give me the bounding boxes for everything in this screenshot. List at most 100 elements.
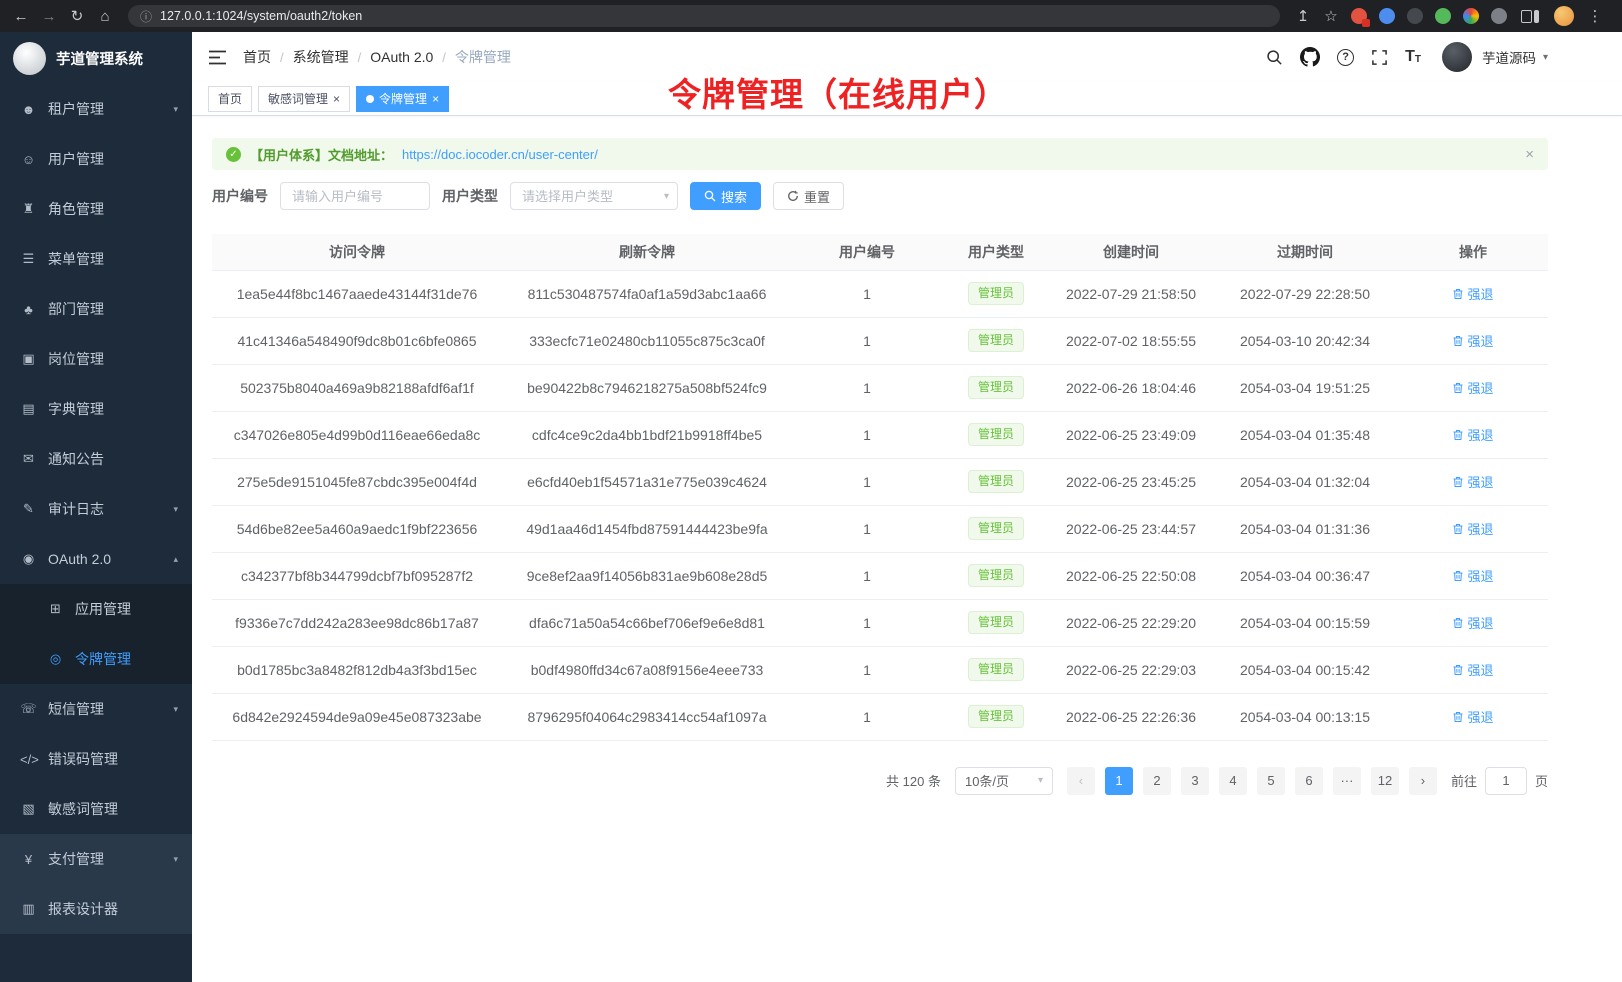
page-button-5[interactable]: 5	[1257, 767, 1285, 795]
browser-profile-avatar[interactable]	[1554, 6, 1574, 26]
force-logout-button[interactable]: 强退	[1452, 331, 1493, 350]
sidebar-item-10[interactable]: ⊞应用管理	[0, 584, 192, 634]
force-logout-button[interactable]: 强退	[1452, 519, 1493, 538]
sidebar-item-5[interactable]: ▣岗位管理	[0, 334, 192, 384]
sidebar-item-2[interactable]: ♜角色管理	[0, 184, 192, 234]
page-size-select[interactable]: 10条/页 ▾	[955, 767, 1053, 795]
reload-icon[interactable]: ↻	[64, 3, 90, 29]
cell-user-id: 1	[792, 317, 942, 364]
tab-close-icon[interactable]: ×	[432, 93, 439, 105]
force-logout-button[interactable]: 强退	[1452, 707, 1493, 726]
force-logout-button[interactable]: 强退	[1452, 566, 1493, 585]
cell-create-time: 2022-06-26 18:04:46	[1050, 364, 1212, 411]
site-info-icon[interactable]: ⓘ	[140, 8, 152, 25]
extension-icon-multicolor[interactable]	[1463, 8, 1479, 24]
cell-action: 强退	[1398, 411, 1548, 458]
user-type-tag: 管理员	[968, 470, 1024, 492]
extension-icon-green[interactable]	[1435, 8, 1451, 24]
home-icon[interactable]: ⌂	[92, 3, 118, 29]
sidebar-item-label: 错误码管理	[48, 749, 178, 769]
sidebar-item-13[interactable]: </>错误码管理	[0, 734, 192, 784]
more-pages-button[interactable]: ···	[1333, 767, 1361, 795]
sidebar-item-9[interactable]: ◉OAuth 2.0▴	[0, 534, 192, 584]
page-button-12[interactable]: 12	[1371, 767, 1399, 795]
github-icon[interactable]	[1300, 47, 1320, 67]
breadcrumb-item-0[interactable]: 首页	[243, 47, 271, 67]
tab-close-icon[interactable]: ×	[333, 93, 340, 105]
collapse-menu-icon[interactable]	[208, 50, 227, 65]
trash-icon	[1452, 429, 1464, 441]
tab-0[interactable]: 首页	[208, 86, 252, 112]
force-logout-button[interactable]: 强退	[1452, 472, 1493, 491]
side-panel-icon[interactable]	[1521, 10, 1539, 23]
sidebar-item-16[interactable]: ▥报表设计器	[0, 884, 192, 934]
force-logout-button[interactable]: 强退	[1452, 284, 1493, 303]
user-avatar[interactable]	[1442, 42, 1472, 72]
column-header-6: 操作	[1398, 234, 1548, 270]
table-row-3: c347026e805e4d99b0d116eae66eda8ccdfc4ce9…	[212, 411, 1548, 458]
breadcrumb-item-1[interactable]: 系统管理	[293, 47, 349, 67]
cell-user-id: 1	[792, 693, 942, 740]
sidebar-item-3[interactable]: ☰菜单管理	[0, 234, 192, 284]
tab-1[interactable]: 敏感词管理×	[258, 86, 350, 112]
reset-button[interactable]: 重置	[773, 182, 844, 210]
fullscreen-icon[interactable]	[1371, 49, 1388, 66]
force-logout-button[interactable]: 强退	[1452, 660, 1493, 679]
browser-menu-icon[interactable]: ⋮	[1582, 3, 1608, 29]
prev-page-button[interactable]: ‹	[1067, 767, 1095, 795]
user-type-select-input[interactable]	[510, 182, 678, 210]
user-id-input[interactable]	[280, 182, 430, 210]
cell-access-token: c342377bf8b344799dcbf7bf095287f2	[212, 552, 502, 599]
sidebar-item-6[interactable]: ▤字典管理	[0, 384, 192, 434]
bookmark-star-icon[interactable]: ☆	[1318, 3, 1344, 29]
font-size-icon[interactable]: TT	[1405, 49, 1421, 65]
tab-2[interactable]: 令牌管理×	[356, 86, 449, 112]
user-type-tag: 管理员	[968, 329, 1024, 351]
user-type-tag: 管理员	[968, 282, 1024, 304]
page-button-2[interactable]: 2	[1143, 767, 1171, 795]
sidebar-item-15[interactable]: ¥支付管理▾	[0, 834, 192, 884]
cell-create-time: 2022-07-02 18:55:55	[1050, 317, 1212, 364]
sidebar-item-14[interactable]: ▧敏感词管理	[0, 784, 192, 834]
search-icon[interactable]	[1266, 49, 1283, 66]
table-row-5: 54d6be82ee5a460a9aedc1f9bf22365649d1aa46…	[212, 505, 1548, 552]
extension-icon-gray[interactable]	[1491, 8, 1507, 24]
sidebar-item-label: 审计日志	[48, 499, 162, 519]
goto-page-input[interactable]	[1485, 767, 1527, 795]
force-logout-button[interactable]: 强退	[1452, 613, 1493, 632]
next-page-button[interactable]: ›	[1409, 767, 1437, 795]
sidebar-item-1[interactable]: ☺用户管理	[0, 134, 192, 184]
page-button-3[interactable]: 3	[1181, 767, 1209, 795]
forward-icon[interactable]: →	[36, 3, 62, 29]
sidebar-item-12[interactable]: ☏短信管理▾	[0, 684, 192, 734]
extension-icon-blue[interactable]	[1379, 8, 1395, 24]
force-logout-button[interactable]: 强退	[1452, 378, 1493, 397]
user-name[interactable]: 芋道源码	[1482, 47, 1536, 67]
extension-icon-red[interactable]	[1351, 8, 1367, 24]
user-type-select[interactable]: ▾	[510, 182, 678, 210]
extension-icon-dark[interactable]	[1407, 8, 1423, 24]
page-button-1[interactable]: 1	[1105, 767, 1133, 795]
goto-unit: 页	[1535, 771, 1548, 790]
cell-action: 强退	[1398, 646, 1548, 693]
share-icon[interactable]: ↥	[1290, 3, 1316, 29]
page-button-6[interactable]: 6	[1295, 767, 1323, 795]
back-icon[interactable]: ←	[8, 3, 34, 29]
alert-close-icon[interactable]: ×	[1525, 146, 1534, 163]
alert-doc-link[interactable]: https://doc.iocoder.cn/user-center/	[402, 147, 598, 162]
search-button[interactable]: 搜索	[690, 182, 761, 210]
dict-icon: ▤	[20, 401, 37, 417]
sidebar-item-8[interactable]: ✎审计日志▾	[0, 484, 192, 534]
force-logout-button[interactable]: 强退	[1452, 425, 1493, 444]
cell-refresh-token: 9ce8ef2aa9f14056b831ae9b608e28d5	[502, 552, 792, 599]
sidebar-item-0[interactable]: ☻租户管理▾	[0, 84, 192, 134]
address-bar[interactable]: ⓘ 127.0.0.1:1024/system/oauth2/token	[128, 5, 1280, 27]
sidebar-item-4[interactable]: ♣部门管理	[0, 284, 192, 334]
breadcrumb-item-2[interactable]: OAuth 2.0	[370, 49, 433, 65]
page-button-4[interactable]: 4	[1219, 767, 1247, 795]
help-icon[interactable]: ?	[1337, 49, 1354, 66]
sidebar-item-7[interactable]: ✉通知公告	[0, 434, 192, 484]
caret-down-icon[interactable]: ▾	[1543, 52, 1548, 63]
trash-icon	[1452, 570, 1464, 582]
sidebar-item-11[interactable]: ◎令牌管理	[0, 634, 192, 684]
